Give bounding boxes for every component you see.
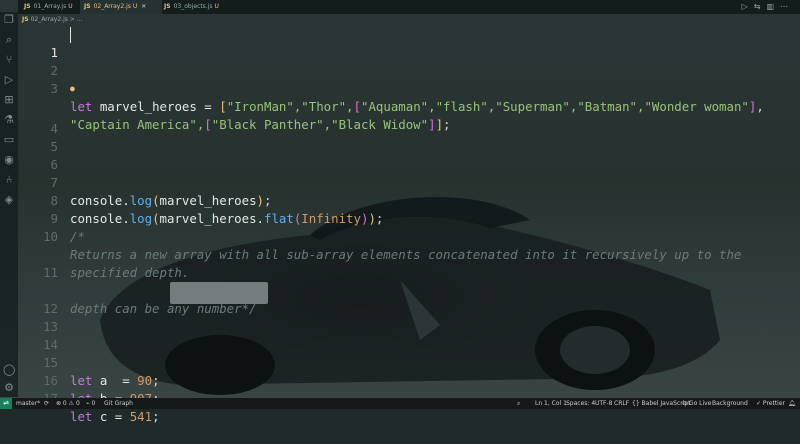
activity-bar: ❐ ⌕ ⑂ ▷ ⊞ ⚗ ▭ ◉ ⑃ ◈ ◯ ⚙ [0, 12, 18, 397]
testing-icon[interactable]: ⚗ [3, 114, 15, 126]
code-line-17[interactable]: 17 let c = 541; [18, 372, 800, 424]
code-line-14[interactable]: 14 [18, 318, 800, 352]
docker-icon[interactable]: ◈ [3, 194, 15, 206]
run-debug-icon[interactable]: ▷ [3, 74, 15, 86]
code-line-18[interactable]: 18 [18, 390, 800, 398]
breadcrumb-file[interactable]: 02_Array2.js [31, 16, 68, 23]
code-line-5[interactable]: 5 [18, 120, 800, 154]
code-editor[interactable]: 1 2 ● 3 let marvel_heroes = ["IronMan","… [18, 26, 800, 424]
notifications-icon[interactable]: 🔔︎ [788, 398, 796, 409]
code-line-13[interactable]: 13 [18, 300, 800, 334]
code-line-11[interactable]: 11 [18, 246, 800, 280]
indentation-setting[interactable]: Spaces: 4 [566, 398, 595, 409]
compare-icon[interactable]: ⇆ [754, 2, 767, 11]
source-control-icon[interactable]: ⑂ [3, 54, 15, 66]
encoding-setting[interactable]: UTF-8 [595, 398, 613, 409]
sync-icon[interactable]: ⟳ [44, 398, 49, 409]
close-icon[interactable]: ✕ [141, 3, 146, 10]
code-line-8[interactable]: 8 console.log(marvel_heroes.flat(Infinit… [18, 174, 800, 226]
tab-01-array[interactable]: JS 01_Array.js U [20, 0, 84, 14]
explorer-icon[interactable]: ❐ [3, 14, 15, 26]
account-icon[interactable]: ◯ [3, 364, 15, 376]
code-line-15[interactable]: 15 let a = 90; [18, 336, 800, 388]
code-line-9[interactable]: 9 /* [18, 192, 800, 244]
code-line-16[interactable]: 16 let b = 907; [18, 354, 800, 406]
code-line-11-wrap[interactable]: depth can be any number*/ [18, 264, 800, 316]
breadcrumb-symbol[interactable]: ... [77, 16, 83, 23]
text-cursor [70, 27, 71, 43]
tab-03-objects[interactable]: JS 03_objects.js U [160, 0, 230, 14]
remote-explorer-icon[interactable]: ▭ [3, 134, 15, 146]
problems-indicator[interactable]: ⊗ 0 ⚠ 0 [56, 398, 80, 409]
go-live-button[interactable]: ⊙ Go Live [682, 398, 711, 409]
code-line-1[interactable]: 1 [18, 26, 800, 60]
more-actions-icon[interactable]: ⋯ [780, 2, 794, 11]
git-graph-button[interactable]: Git Graph [104, 398, 133, 409]
code-line-3-wrap[interactable]: "Captain America",["Black Panther","Blac… [18, 80, 800, 132]
code-line-2[interactable]: 2 ● [18, 44, 800, 93]
gear-icon[interactable]: ⚙ [3, 382, 15, 394]
git-graph-icon[interactable]: ⑃ [3, 174, 15, 186]
code-line-7[interactable]: 7 console.log(marvel_heroes); [18, 156, 800, 208]
status-bar: ⇌ master* ⟳ ⊗ 0 ⚠ 0 ⌁ 0 Git Graph ⌕ Ln 1… [0, 398, 800, 409]
breadcrumb: JS 02_Array2.js > ... [22, 16, 83, 23]
extensions-icon[interactable]: ⊞ [3, 94, 15, 106]
code-line-6[interactable]: 6 [18, 138, 800, 172]
remote-icon[interactable]: ⇌ [0, 398, 12, 409]
code-line-10-wrap[interactable]: specified depth. [18, 228, 800, 280]
tab-02-array2[interactable]: JS 02_Array2.js U ✕ [80, 0, 162, 14]
code-line-4[interactable]: 4 [18, 102, 800, 136]
code-line-3[interactable]: 3 let marvel_heroes = ["IronMan","Thor",… [18, 62, 800, 114]
prettier-button[interactable]: ✓ Prettier [756, 398, 785, 409]
split-editor-icon[interactable]: ▥ [766, 2, 780, 11]
run-icon[interactable]: ▷ [742, 2, 754, 11]
live-share-icon[interactable]: ◉ [3, 154, 15, 166]
code-line-12[interactable]: 12 [18, 282, 800, 316]
search-icon[interactable]: ⌕ [3, 34, 15, 46]
editor-actions: ▷⇆▥⋯ [742, 0, 794, 14]
eol-setting[interactable]: CRLF [614, 398, 629, 409]
ports-indicator[interactable]: ⌁ 0 [86, 398, 95, 409]
code-line-10[interactable]: 10 Returns a new array with all sub-arra… [18, 210, 800, 262]
editor-tab-bar: JS 01_Array.js U JS 02_Array2.js U ✕ JS 03_obj… [18, 0, 800, 14]
zoom-icon[interactable]: ⌕ [517, 398, 520, 409]
background-button[interactable]: Background [712, 398, 748, 409]
cursor-position[interactable]: Ln 1, Col 1 [535, 398, 567, 409]
branch-indicator[interactable]: master* [16, 398, 40, 409]
